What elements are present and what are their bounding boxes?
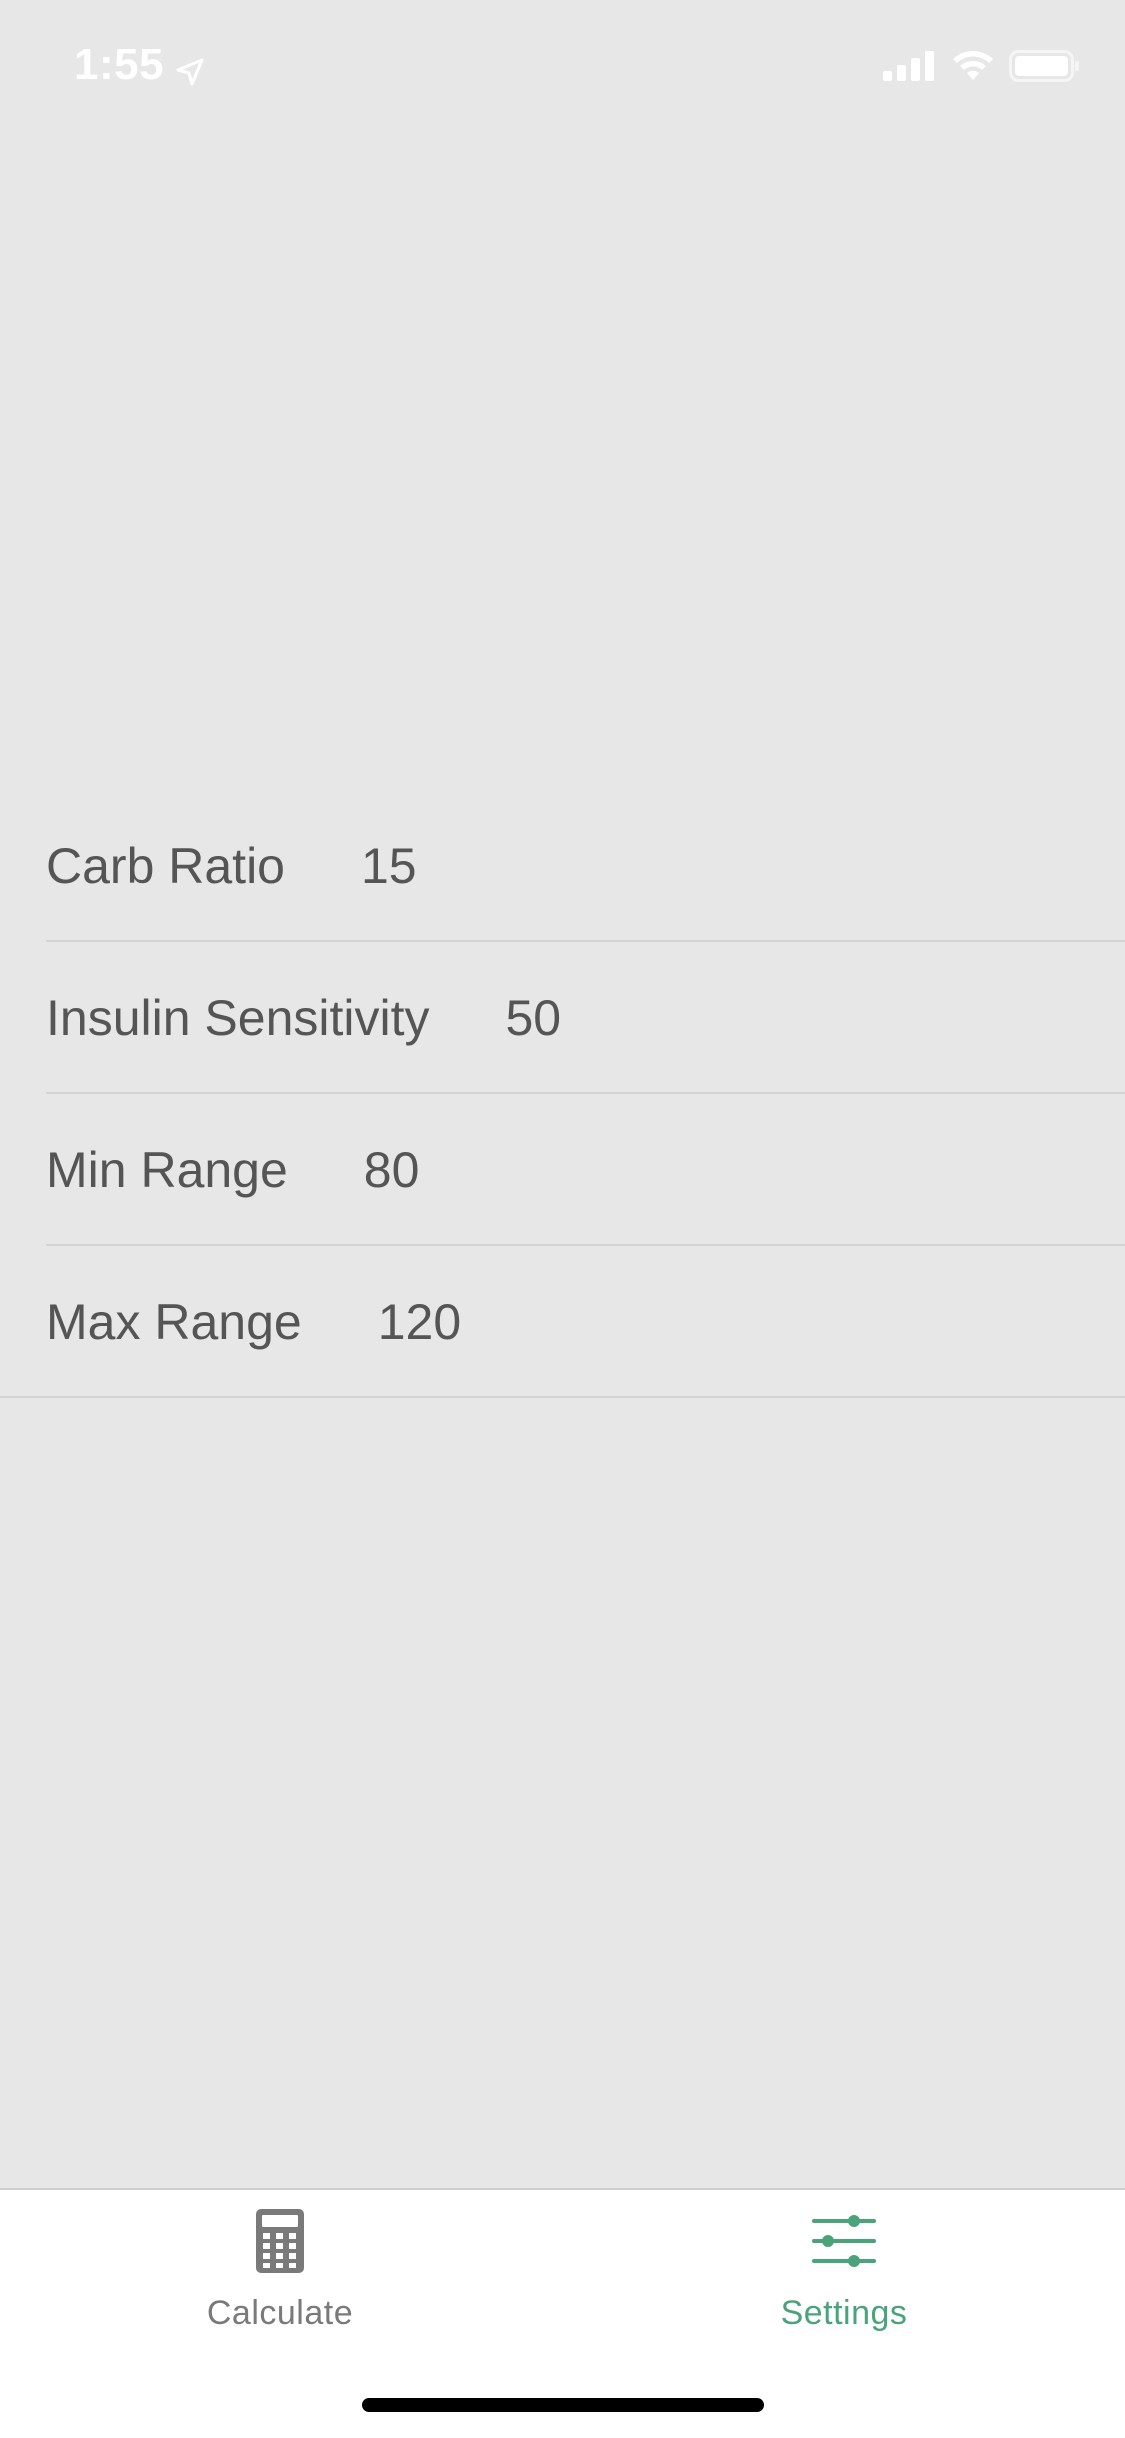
wifi-icon (951, 50, 995, 87)
settings-list: Carb Ratio Insulin Sensitivity Min Range… (0, 790, 1125, 1398)
max-range-row: Max Range (0, 1246, 1125, 1398)
insulin-sensitivity-input[interactable] (505, 989, 806, 1047)
cellular-signal-icon (883, 51, 937, 86)
calculator-icon (245, 2206, 315, 2276)
min-range-label: Min Range (46, 1142, 288, 1198)
status-bar: 1:55 (0, 0, 1125, 135)
battery-icon (1009, 50, 1081, 87)
min-range-row: Min Range (0, 1094, 1125, 1246)
insulin-sensitivity-label: Insulin Sensitivity (46, 990, 430, 1046)
max-range-label: Max Range (46, 1294, 302, 1350)
tab-settings-label: Settings (780, 2294, 908, 2332)
sliders-icon (809, 2206, 879, 2276)
carb-ratio-label: Carb Ratio (46, 838, 285, 894)
tab-calculate-label: Calculate (206, 2294, 354, 2332)
insulin-sensitivity-row: Insulin Sensitivity (0, 942, 1125, 1094)
status-time-text: 1:55 (74, 40, 165, 89)
status-indicators (883, 50, 1081, 87)
carb-ratio-input[interactable] (361, 837, 661, 895)
carb-ratio-row: Carb Ratio (0, 790, 1125, 942)
row-divider (0, 1396, 1125, 1398)
max-range-input[interactable] (377, 1293, 678, 1351)
min-range-input[interactable] (363, 1141, 664, 1199)
status-time: 1:55 (74, 40, 206, 90)
location-arrow-icon (174, 49, 206, 86)
tab-bar: Calculate Settings (0, 2188, 1125, 2438)
home-indicator (362, 2398, 764, 2412)
tab-calculate[interactable]: Calculate (130, 2190, 430, 2360)
tab-settings[interactable]: Settings (694, 2190, 994, 2360)
